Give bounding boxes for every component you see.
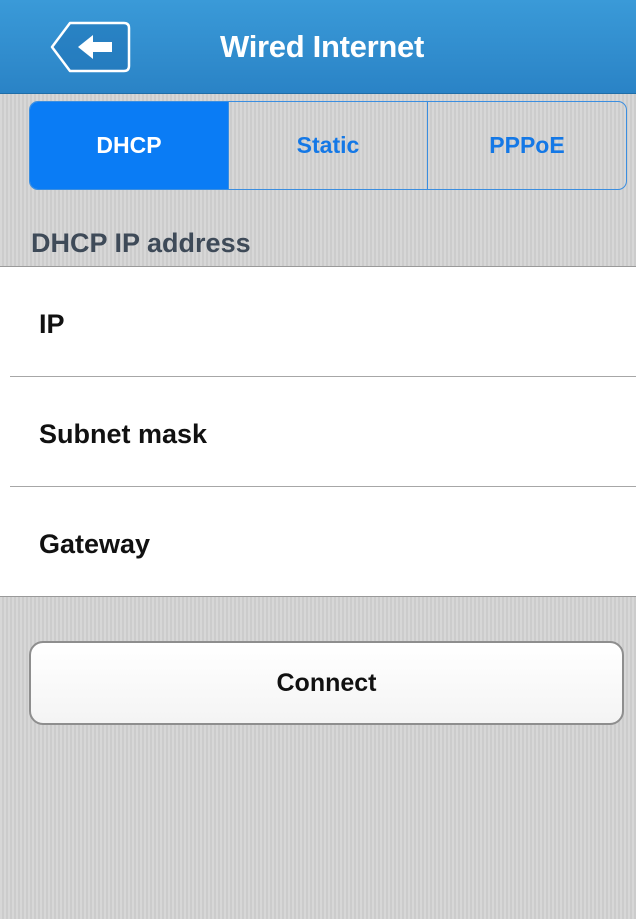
section-header-dhcp-ip-address: DHCP IP address	[31, 228, 251, 258]
tab-dhcp[interactable]: DHCP	[30, 102, 228, 189]
subnet-mask-label: Subnet mask	[39, 419, 208, 449]
connect-button[interactable]: Connect	[29, 641, 624, 725]
connection-type-tabs: DHCP Static PPPoE	[29, 101, 627, 190]
tab-pppoe[interactable]: PPPoE	[427, 102, 626, 189]
navigation-bar: Wired Internet	[0, 0, 636, 94]
page-title: Wired Internet	[220, 29, 424, 64]
list-item-gateway: Gateway	[0, 487, 636, 597]
list-item-ip: IP	[0, 267, 636, 377]
ip-info-list: IP Subnet mask Gateway	[0, 266, 636, 597]
list-item-subnet-mask: Subnet mask	[0, 377, 636, 487]
gateway-label: Gateway	[39, 529, 151, 559]
ip-label: IP	[39, 309, 65, 339]
tab-static[interactable]: Static	[228, 102, 427, 189]
